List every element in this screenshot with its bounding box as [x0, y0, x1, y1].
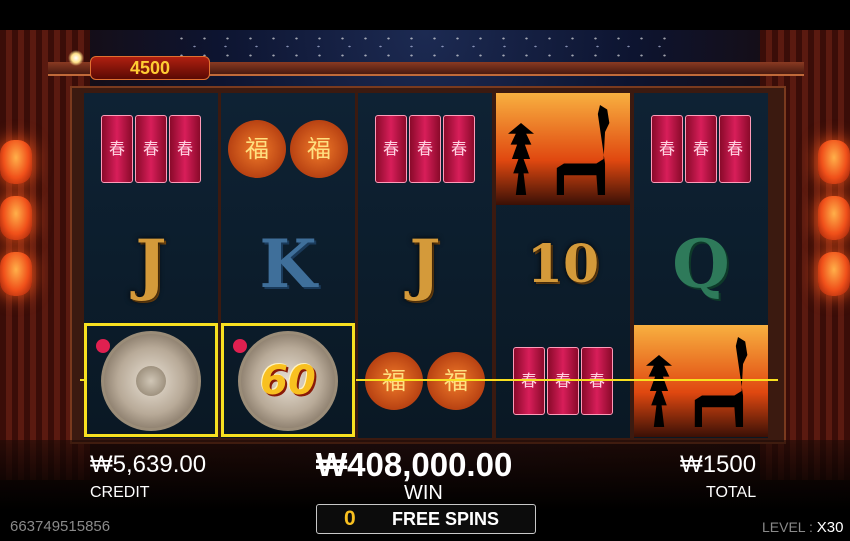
firecracker-char: 春: [101, 115, 133, 183]
j-letter: J: [135, 225, 167, 303]
k-letter: K: [259, 225, 317, 303]
credit-label: CREDIT: [90, 484, 150, 501]
alpaca-sunset-symbol: [496, 93, 630, 205]
firecracker-char: 春: [547, 347, 579, 415]
free-spins-label: FREE SPINS: [392, 509, 500, 529]
alpaca-icon: [556, 105, 610, 195]
lantern-symbol: 福 福: [221, 93, 355, 205]
firecracker-char: 春: [375, 115, 407, 183]
q-letter: Q: [672, 225, 730, 303]
pagoda-icon: [646, 355, 672, 427]
jackpot-counter: 4500: [90, 56, 210, 80]
alpaca-icon: [694, 337, 748, 427]
level-label: LEVEL :: [762, 519, 813, 535]
firecracker-char: 春: [409, 115, 441, 183]
sparkle-icon: [68, 50, 84, 66]
reel-3: 春 春 春 J 福 福: [358, 93, 492, 438]
lantern-char: 福: [228, 120, 286, 178]
firecracker-symbol: 春 春 春: [496, 325, 630, 437]
lantern-decoration: [0, 252, 32, 296]
total-bet-value[interactable]: ₩1500: [680, 451, 756, 479]
firecracker-char: 春: [135, 115, 167, 183]
top-bar: [0, 0, 850, 30]
total-bet-label: TOTAL: [706, 484, 757, 501]
lantern-char: 福: [365, 352, 423, 410]
firecracker-char: 春: [719, 115, 751, 183]
reel-4: 10 春 春 春: [496, 93, 630, 438]
firecracker-symbol: 春 春 春: [358, 93, 492, 205]
lantern-char: 福: [427, 352, 485, 410]
firecracker-char: 春: [513, 347, 545, 415]
j-symbol: J: [358, 208, 492, 320]
firecracker-char: 春: [581, 347, 613, 415]
pagoda-icon: [508, 123, 534, 195]
win-label: WIN: [404, 482, 443, 504]
firecracker-char: 春: [651, 115, 683, 183]
credit-value: ₩5,639.00: [90, 451, 207, 478]
lantern-decoration: [0, 140, 32, 184]
lantern-decoration: [818, 196, 850, 240]
game-round-id: 663749515856: [10, 518, 111, 535]
k-symbol: K: [221, 208, 355, 320]
free-spins-count: 0: [344, 507, 356, 530]
level-value: X30: [816, 519, 844, 536]
ten-symbol: 10: [496, 208, 630, 320]
alpaca-sunset-symbol: [634, 325, 768, 437]
q-symbol: Q: [634, 208, 768, 320]
level-indicator: LEVEL : X30: [762, 519, 843, 536]
firecracker-char: 春: [169, 115, 201, 183]
firecracker-char: 春: [443, 115, 475, 183]
reel-5: 春 春 春 Q: [634, 93, 768, 438]
lantern-char: 福: [290, 120, 348, 178]
lantern-decoration: [0, 196, 32, 240]
firecracker-symbol: 春 春 春: [84, 93, 218, 205]
lantern-symbol: 福 福: [358, 325, 492, 437]
win-highlight: [221, 323, 355, 437]
ten-number: 10: [526, 233, 600, 295]
firecracker-symbol: 春 春 春: [634, 93, 768, 205]
lantern-decoration: [818, 252, 850, 296]
j-letter: J: [409, 225, 441, 303]
firecracker-char: 春: [685, 115, 717, 183]
win-value: ₩408,000.00: [316, 446, 513, 483]
j-symbol: J: [84, 208, 218, 320]
win-highlight: [84, 323, 218, 437]
payline: [356, 379, 778, 381]
lantern-decoration: [818, 140, 850, 184]
